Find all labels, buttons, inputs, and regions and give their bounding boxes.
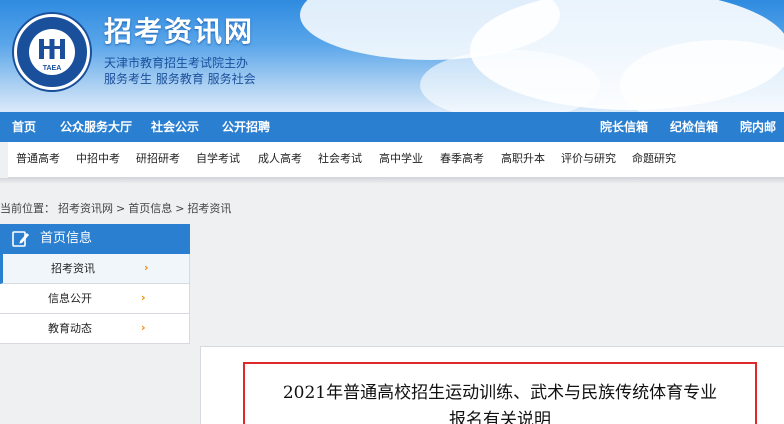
logo-text: TAEA (42, 65, 62, 72)
left-menu-title: 首页信息 (40, 231, 93, 246)
subnav-item[interactable]: 命题研究 (632, 142, 676, 176)
site-subtitle-1: 天津市教育招生考试院主办 (104, 56, 249, 70)
subnav-item[interactable]: 成人高考 (258, 142, 302, 176)
subnav-shadow (0, 178, 784, 184)
breadcrumb-link[interactable]: 招考资讯网 (58, 202, 113, 215)
article-title-box: 2021年普通高校招生运动训练、武术与民族传统体育专业 报名有关说明 (243, 362, 757, 424)
subnav-item[interactable]: 中招中考 (76, 142, 120, 176)
left-menu-item-label: 教育动态 (48, 322, 92, 335)
site-title: 招考资讯网 (104, 15, 255, 48)
nav-item-public-service[interactable]: 公众服务大厅 (60, 112, 132, 142)
chevron-right-icon: › (141, 321, 146, 334)
logo-mark-icon (39, 39, 65, 59)
subnav-item[interactable]: 评价与研究 (561, 142, 616, 176)
subnav-item[interactable]: 春季高考 (440, 142, 484, 176)
article-title-line-2: 报名有关说明 (449, 410, 551, 424)
subnav-item[interactable]: 普通高考 (16, 142, 60, 176)
subnav-item[interactable]: 社会考试 (318, 142, 362, 176)
cloud-decoration (420, 50, 600, 112)
left-menu-item-label: 信息公开 (48, 292, 92, 305)
header-banner: TAEA 招考资讯网 天津市教育招生考试院主办 服务考生 服务教育 服务社会 (0, 0, 784, 112)
breadcrumb-separator: > (175, 202, 185, 215)
breadcrumb-current: 招考资讯 (187, 202, 232, 215)
breadcrumb-separator: > (116, 202, 126, 215)
left-menu-header: 首页信息 (0, 224, 190, 254)
nav-item-internal-mailbox[interactable]: 院内邮箱 (740, 112, 784, 164)
nav-item-discipline-mailbox[interactable]: 纪检信箱 (670, 112, 718, 142)
chevron-right-icon: › (144, 261, 149, 274)
nav-item-home[interactable]: 首页 (12, 112, 36, 142)
subnav-item[interactable]: 高职升本 (501, 142, 545, 176)
nav-item-recruitment[interactable]: 公开招聘 (222, 112, 270, 142)
left-menu-item-education-news[interactable]: 教育动态 › (0, 314, 190, 344)
nav-item-president-mailbox[interactable]: 院长信箱 (600, 112, 648, 142)
breadcrumb: 当前位置： 招考资讯网 > 首页信息 > 招考资讯 (0, 200, 234, 218)
nav-item-public-notice[interactable]: 社会公示 (151, 112, 199, 142)
edit-icon (12, 231, 29, 247)
article-title-line-1: 2021年普通高校招生运动训练、武术与民族传统体育专业 (282, 383, 718, 403)
site-logo[interactable]: TAEA (14, 14, 90, 90)
chevron-right-icon: › (141, 291, 146, 304)
left-menu-item-info-disclosure[interactable]: 信息公开 › (0, 284, 190, 314)
breadcrumb-link[interactable]: 首页信息 (128, 202, 172, 215)
subnav-item[interactable]: 自学考试 (196, 142, 240, 176)
article-panel: 2021年普通高校招生运动训练、武术与民族传统体育专业 报名有关说明 (200, 346, 784, 424)
sub-nav: 普通高考 中招中考 研招研考 自学考试 成人高考 社会考试 高中学业 春季高考 … (8, 142, 784, 178)
subnav-item[interactable]: 高中学业 (379, 142, 423, 176)
breadcrumb-prefix: 当前位置： (0, 202, 55, 215)
site-subtitle-2: 服务考生 服务教育 服务社会 (104, 72, 256, 86)
left-menu-item-admissions-news[interactable]: 招考资讯 › (0, 254, 190, 284)
left-menu-item-label: 招考资讯 (51, 262, 95, 275)
top-nav: 首页 公众服务大厅 社会公示 公开招聘 院长信箱 纪检信箱 院内邮箱 (0, 112, 784, 164)
subnav-item[interactable]: 研招研考 (136, 142, 180, 176)
